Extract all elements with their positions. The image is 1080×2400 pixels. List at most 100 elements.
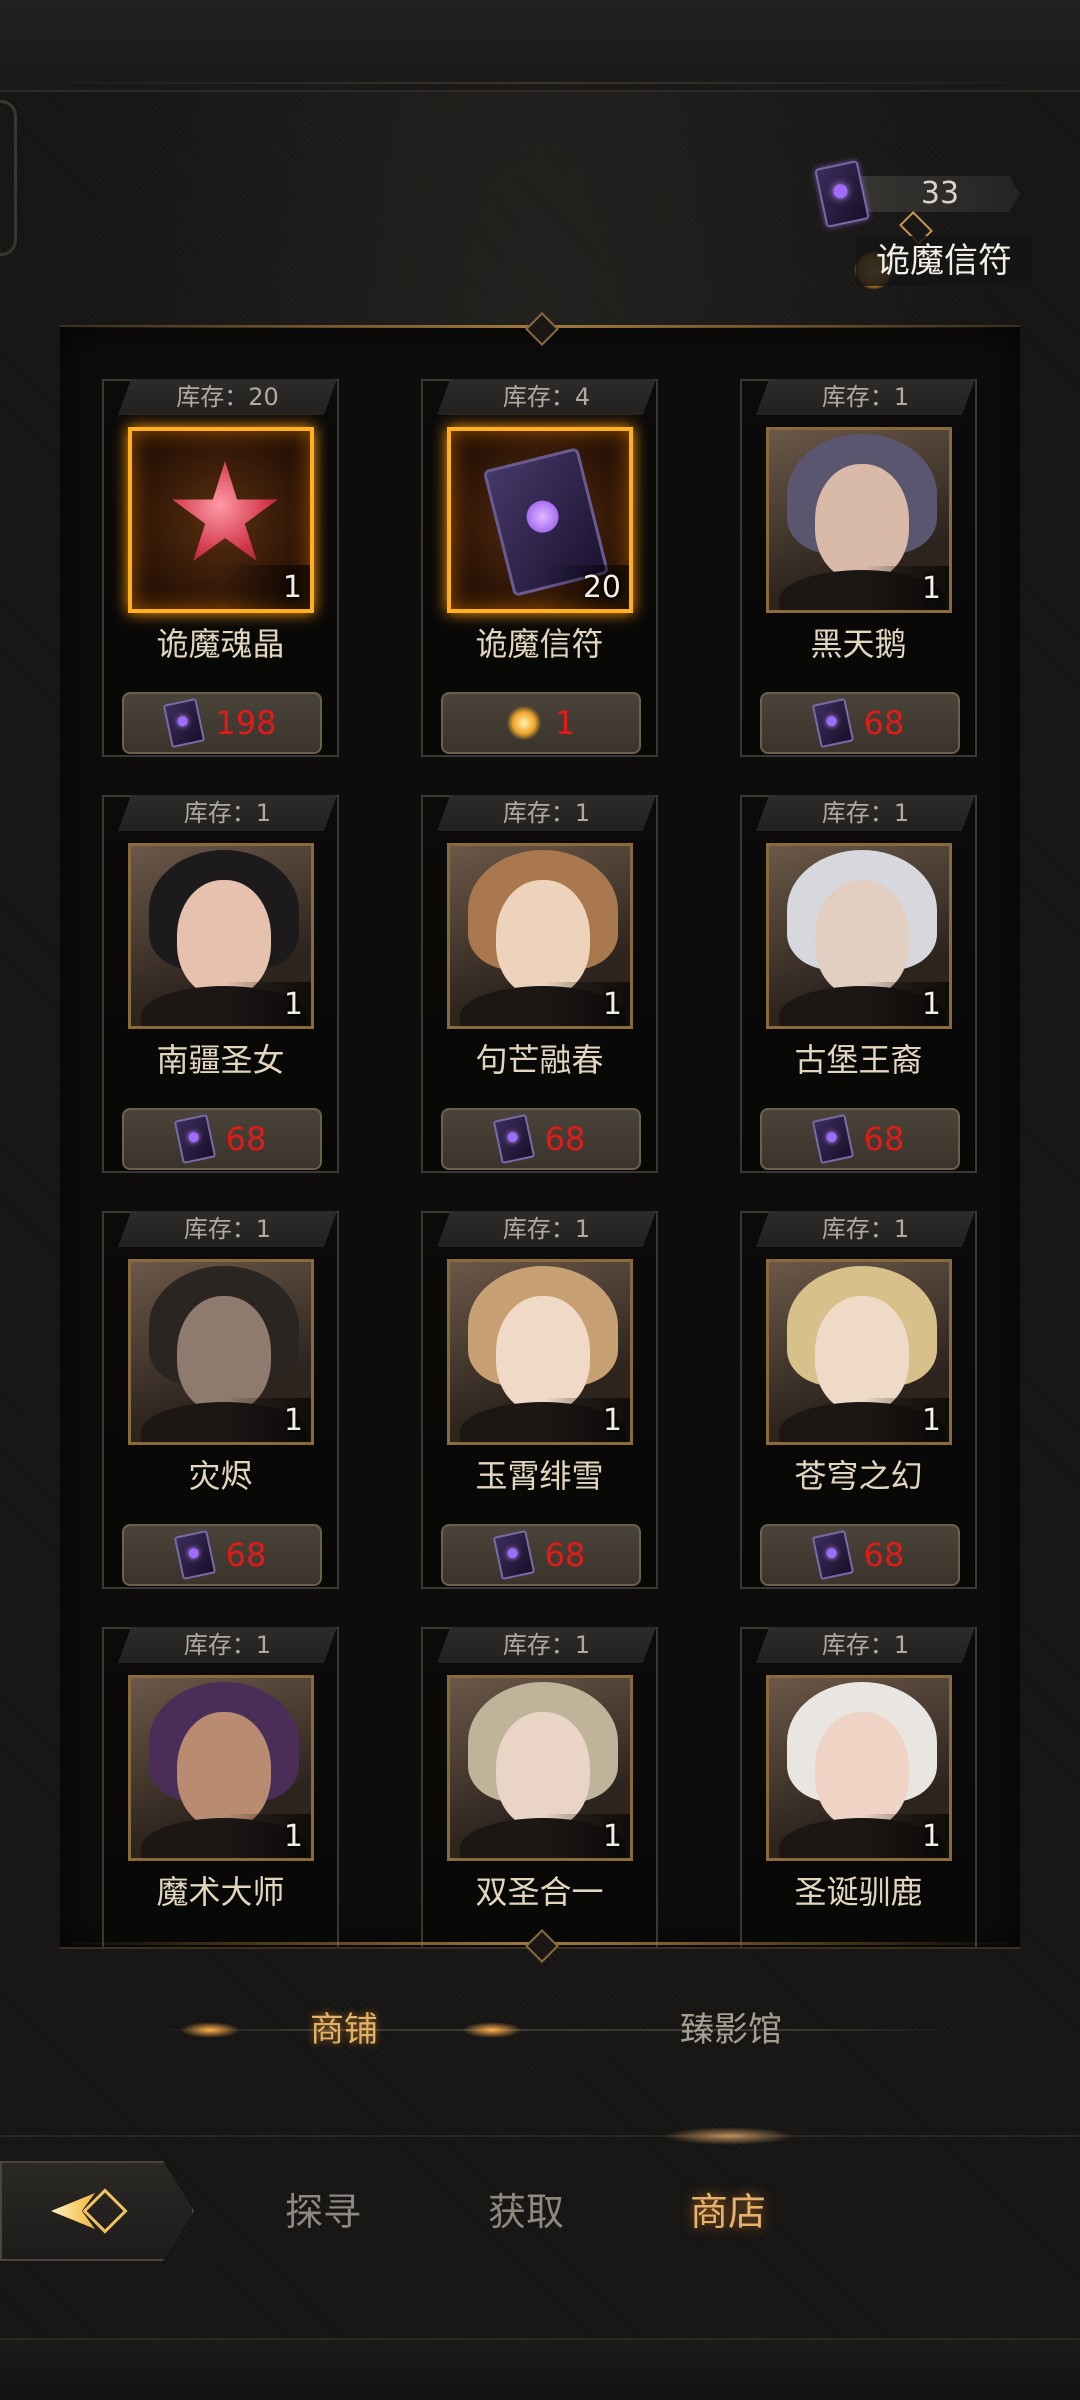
- shop-item-card[interactable]: 库存：1 1 古堡王裔 68: [740, 795, 977, 1173]
- item-image[interactable]: 1: [128, 843, 314, 1029]
- item-image[interactable]: 1: [128, 427, 314, 613]
- buy-button[interactable]: 68: [441, 1108, 641, 1170]
- price-value: 68: [863, 1536, 905, 1574]
- shop-item-card[interactable]: 库存：1 1 灾烬 68: [102, 1211, 339, 1589]
- item-image[interactable]: 1: [447, 1259, 633, 1445]
- demon-token-icon: [811, 697, 854, 749]
- shop-item-card[interactable]: 库存：20 1 诡魔魂晶 198: [102, 379, 339, 757]
- shop-item-card[interactable]: 库存：1 1 魔术大师: [102, 1627, 339, 1947]
- portrait-face: [815, 1296, 909, 1412]
- item-grid: 库存：20 1 诡魔魂晶 198 库存：4 20 诡魔信符 1 库存：1 1 黑天鹅 68 库存：1 1 南…: [102, 379, 977, 1947]
- shop-item-card[interactable]: 库存：1 1 圣诞驯鹿: [740, 1627, 977, 1947]
- stock-label: 库存：1: [437, 795, 656, 831]
- item-image[interactable]: 1: [447, 843, 633, 1029]
- gem-icon: [506, 706, 541, 740]
- demon-token-icon: [811, 1113, 854, 1165]
- item-image[interactable]: 1: [128, 1259, 314, 1445]
- nav-explore[interactable]: 探寻: [285, 2177, 361, 2247]
- item-quantity: 1: [602, 1403, 622, 1438]
- buy-button[interactable]: 68: [760, 1524, 960, 1586]
- price-value: 1: [554, 704, 576, 742]
- item-name: 句芒融春: [475, 1041, 604, 1079]
- demon-token-icon: [173, 1529, 216, 1581]
- item-name: 玉霄绯雪: [475, 1457, 604, 1495]
- glow-left-icon: [180, 2022, 240, 2038]
- buy-button[interactable]: 1: [441, 692, 641, 754]
- stock-label: 库存：4: [437, 379, 656, 415]
- buy-button[interactable]: 68: [122, 1108, 322, 1170]
- demon-token-icon: [811, 1529, 854, 1581]
- portrait-face: [815, 880, 909, 996]
- side-tab-handle[interactable]: [0, 100, 17, 256]
- nav-store[interactable]: 商店: [690, 2177, 766, 2247]
- stock-label: 库存：1: [756, 795, 975, 831]
- item-image[interactable]: 1: [766, 427, 952, 613]
- tab-shop[interactable]: 商铺: [310, 2000, 378, 2060]
- item-image[interactable]: 1: [128, 1675, 314, 1861]
- stock-label: 库存：1: [437, 1627, 656, 1663]
- item-image[interactable]: 20: [447, 427, 633, 613]
- item-quantity: 1: [602, 1819, 622, 1854]
- stock-label: 库存：1: [756, 1211, 975, 1247]
- tab-gallery[interactable]: 臻影馆: [680, 2000, 782, 2060]
- shop-item-card[interactable]: 库存：1 1 南疆圣女 68: [102, 795, 339, 1173]
- subtab-divider: [150, 2029, 960, 2031]
- shop-item-grid-panel[interactable]: 库存：20 1 诡魔魂晶 198 库存：4 20 诡魔信符 1 库存：1 1 黑天鹅 68 库存：1 1 南…: [60, 325, 1020, 1949]
- item-name: 南疆圣女: [156, 1041, 285, 1079]
- stock-label: 库存：1: [756, 379, 975, 415]
- item-image[interactable]: 1: [766, 843, 952, 1029]
- item-name: 诡魔魂晶: [156, 625, 285, 663]
- item-quantity: 1: [602, 987, 622, 1022]
- shop-item-card[interactable]: 库存：4 20 诡魔信符 1: [421, 379, 658, 757]
- price-value: 198: [215, 704, 277, 742]
- price-value: 68: [544, 1120, 586, 1158]
- demon-token-icon: [492, 1113, 535, 1165]
- item-name: 灾烬: [188, 1457, 253, 1495]
- item-quantity: 1: [921, 1819, 941, 1854]
- currency-display[interactable]: 33: [814, 160, 1020, 228]
- buy-button[interactable]: 68: [760, 692, 960, 754]
- shop-item-card[interactable]: 库存：1 1 玉霄绯雪 68: [421, 1211, 658, 1589]
- shop-item-card[interactable]: 库存：1 1 句芒融春 68: [421, 795, 658, 1173]
- back-button[interactable]: [0, 2161, 194, 2261]
- active-indicator: [664, 2127, 794, 2145]
- stock-label: 库存：20: [118, 379, 337, 415]
- currency-tooltip: 诡魔信符: [856, 236, 1032, 286]
- demon-token-icon: [163, 697, 206, 749]
- item-name: 古堡王裔: [794, 1041, 923, 1079]
- bottom-ornament: [0, 2338, 1080, 2400]
- item-quantity: 20: [582, 570, 621, 605]
- shop-item-card[interactable]: 库存：1 1 双圣合一: [421, 1627, 658, 1947]
- item-image[interactable]: 1: [766, 1675, 952, 1861]
- buy-button[interactable]: 68: [122, 1524, 322, 1586]
- portrait-face: [177, 1296, 271, 1412]
- item-quantity: 1: [283, 1403, 303, 1438]
- stock-label: 库存：1: [118, 795, 337, 831]
- nav-obtain[interactable]: 获取: [488, 2177, 564, 2247]
- shop-item-card[interactable]: 库存：1 1 苍穹之幻 68: [740, 1211, 977, 1589]
- price-value: 68: [225, 1120, 267, 1158]
- item-image[interactable]: 1: [447, 1675, 633, 1861]
- currency-amount: 33: [920, 176, 960, 211]
- portrait-face: [177, 880, 271, 996]
- item-image[interactable]: 1: [766, 1259, 952, 1445]
- stock-label: 库存：1: [437, 1211, 656, 1247]
- price-value: 68: [863, 704, 905, 742]
- demon-token-icon: [173, 1113, 216, 1165]
- item-quantity: 1: [283, 1819, 303, 1854]
- portrait-face: [496, 1712, 590, 1828]
- crystal-star-icon: [172, 461, 278, 562]
- price-value: 68: [225, 1536, 267, 1574]
- buy-button[interactable]: 68: [441, 1524, 641, 1586]
- item-name: 诡魔信符: [475, 625, 604, 663]
- diamond-icon: [82, 2188, 128, 2234]
- item-name: 魔术大师: [156, 1873, 285, 1911]
- buy-button[interactable]: 68: [760, 1108, 960, 1170]
- price-value: 68: [544, 1536, 586, 1574]
- glow-right-icon: [462, 2022, 522, 2038]
- bottom-nav: 探寻 获取 商店: [0, 2127, 1080, 2282]
- item-quantity: 1: [921, 1403, 941, 1438]
- shop-item-card[interactable]: 库存：1 1 黑天鹅 68: [740, 379, 977, 757]
- buy-button[interactable]: 198: [122, 692, 322, 754]
- item-name: 黑天鹅: [810, 625, 907, 663]
